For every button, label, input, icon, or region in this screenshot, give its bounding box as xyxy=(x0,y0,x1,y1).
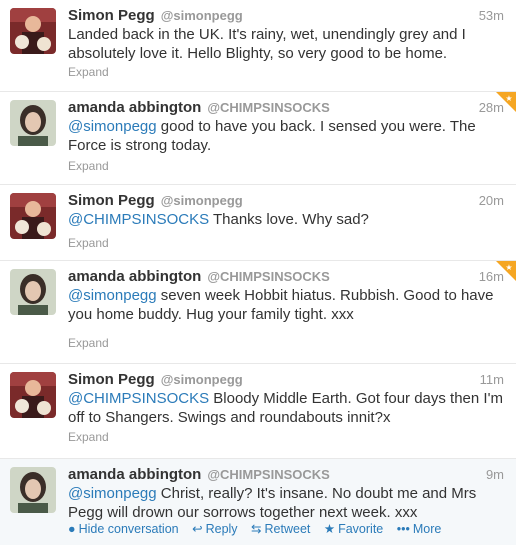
reply-label: Reply xyxy=(205,522,238,536)
mention-link[interactable]: @simonpegg xyxy=(68,287,157,304)
timestamp[interactable]: 11m xyxy=(480,372,504,387)
tweet-text: @simonpegg seven week Hobbit hiatus. Rub… xyxy=(68,286,508,324)
tweet[interactable]: Simon Pegg @simonpegg 11m @CHIMPSINSOCKS … xyxy=(0,364,516,459)
mention-link[interactable]: @CHIMPSINSOCKS xyxy=(68,390,209,407)
tweet-text: @simonpegg Christ, really? It's insane. … xyxy=(68,484,508,522)
favorite-button[interactable]: ★ Favorite xyxy=(324,521,383,536)
tweet[interactable]: ★ amanda abbington @CHIMPSINSOCKS 16m @si… xyxy=(0,261,516,364)
expand-link[interactable]: Expand xyxy=(68,430,109,444)
author-handle[interactable]: @simonpegg xyxy=(161,372,243,387)
author-name-wrap[interactable]: amanda abbington @CHIMPSINSOCKS xyxy=(68,466,330,483)
expand-link[interactable]: Expand xyxy=(68,65,109,79)
author-handle[interactable]: @CHIMPSINSOCKS xyxy=(207,100,329,115)
tweet[interactable]: amanda abbington @CHIMPSINSOCKS 9m @simon… xyxy=(0,459,516,545)
avatar-amanda-abbington[interactable] xyxy=(10,269,56,315)
retweet-icon: ⇆ xyxy=(251,522,262,536)
author-name[interactable]: Simon Pegg xyxy=(68,192,155,209)
retweet-button[interactable]: ⇆ Retweet xyxy=(251,521,310,536)
author-name[interactable]: amanda abbington xyxy=(68,466,201,483)
author-handle[interactable]: @CHIMPSINSOCKS xyxy=(207,269,329,284)
tweet-header: Simon Pegg @simonpegg 11m xyxy=(68,371,508,391)
expand-link[interactable]: Expand xyxy=(68,236,109,250)
tweet-timeline: Simon Pegg @simonpegg 53m Landed back in … xyxy=(0,0,516,545)
favorite-label: Favorite xyxy=(338,522,384,536)
author-name-wrap[interactable]: amanda abbington @CHIMPSINSOCKS xyxy=(68,99,330,116)
tweet-header: amanda abbington @CHIMPSINSOCKS 16m xyxy=(68,268,508,288)
timestamp[interactable]: 53m xyxy=(479,8,504,23)
tweet-header: amanda abbington @CHIMPSINSOCKS 9m xyxy=(68,466,508,486)
star-icon: ★ xyxy=(323,522,336,536)
tweet-header: amanda abbington @CHIMPSINSOCKS 28m xyxy=(68,99,508,119)
reply-button[interactable]: ↩ Reply xyxy=(192,521,237,536)
tweet-text: @simonpegg good to have you back. I sens… xyxy=(68,117,508,155)
tweet-actions: ● Hide conversation ↩ Reply ⇆ Retweet ★ Favo… xyxy=(68,521,451,536)
reply-arrow-icon: ↩ xyxy=(192,522,203,536)
avatar-simon-pegg[interactable] xyxy=(10,193,56,239)
more-button[interactable]: ••• More xyxy=(397,522,442,536)
ellipsis-icon: ••• xyxy=(396,522,410,536)
author-name-wrap[interactable]: Simon Pegg @simonpegg xyxy=(68,192,243,209)
tweet[interactable]: ★ amanda abbington @CHIMPSINSOCKS 28m @si… xyxy=(0,92,516,185)
timestamp[interactable]: 28m xyxy=(479,100,504,115)
mention-link[interactable]: @simonpegg xyxy=(68,118,157,135)
avatar-amanda-abbington[interactable] xyxy=(10,467,56,513)
expand-link[interactable]: Expand xyxy=(68,159,109,173)
author-handle[interactable]: @CHIMPSINSOCKS xyxy=(207,467,329,482)
timestamp[interactable]: 20m xyxy=(479,193,504,208)
tweet-header: Simon Pegg @simonpegg 53m xyxy=(68,7,508,27)
tweet-text-content: Thanks love. Why sad? xyxy=(209,211,369,228)
avatar-amanda-abbington[interactable] xyxy=(10,100,56,146)
author-name[interactable]: Simon Pegg xyxy=(68,371,155,388)
author-name[interactable]: amanda abbington xyxy=(68,268,201,285)
tweet-text: @CHIMPSINSOCKS Thanks love. Why sad? xyxy=(68,210,508,229)
tweet-header: Simon Pegg @simonpegg 20m xyxy=(68,192,508,212)
mention-link[interactable]: @simonpegg xyxy=(68,485,157,502)
author-handle[interactable]: @simonpegg xyxy=(161,8,243,23)
tweet[interactable]: Simon Pegg @simonpegg 20m @CHIMPSINSOCKS … xyxy=(0,185,516,261)
more-label: More xyxy=(412,522,442,536)
tweet-text: Landed back in the UK. It's rainy, wet, … xyxy=(68,26,466,62)
avatar-simon-pegg[interactable] xyxy=(10,8,56,54)
avatar-simon-pegg[interactable] xyxy=(10,372,56,418)
expand-link[interactable]: Expand xyxy=(68,336,109,350)
speech-bubble-icon: ● xyxy=(68,522,76,536)
author-name[interactable]: Simon Pegg xyxy=(68,7,155,24)
tweet[interactable]: Simon Pegg @simonpegg 53m Landed back in … xyxy=(0,0,516,92)
hide-conversation-label: Hide conversation xyxy=(78,522,179,536)
author-name-wrap[interactable]: amanda abbington @CHIMPSINSOCKS xyxy=(68,268,330,285)
author-name[interactable]: amanda abbington xyxy=(68,99,201,116)
mention-link[interactable]: @CHIMPSINSOCKS xyxy=(68,211,209,228)
hide-conversation-button[interactable]: ● Hide conversation xyxy=(68,522,179,536)
retweet-label: Retweet xyxy=(264,522,311,536)
timestamp[interactable]: 9m xyxy=(486,467,504,482)
author-name-wrap[interactable]: Simon Pegg @simonpegg xyxy=(68,7,243,24)
tweet-text: @CHIMPSINSOCKS Bloody Middle Earth. Got … xyxy=(68,389,508,427)
author-name-wrap[interactable]: Simon Pegg @simonpegg xyxy=(68,371,243,388)
author-handle[interactable]: @simonpegg xyxy=(161,193,243,208)
timestamp[interactable]: 16m xyxy=(479,269,504,284)
